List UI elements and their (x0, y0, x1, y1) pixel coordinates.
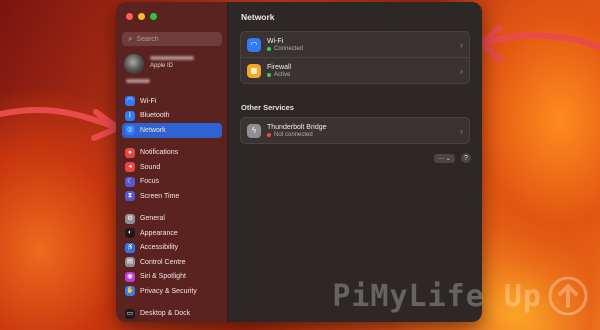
sidebar-item-label: Siri & Spotlight (140, 273, 186, 281)
search-icon: ⌕ (128, 34, 133, 43)
window-controls (126, 13, 157, 20)
sidebar-item-displays[interactable]: ▣Displays (122, 321, 222, 322)
zoom-window-button[interactable] (150, 13, 157, 20)
service-row-thunderbolt-bridge[interactable]: ϟ Thunderbolt Bridge Not connected › (241, 118, 469, 143)
service-name: Firewall (267, 63, 292, 71)
sidebar-item-general[interactable]: ⚙ General (122, 212, 222, 227)
service-row-wi-fi[interactable]: ◠ Wi-Fi Connected › (241, 32, 469, 57)
service-text: Firewall Active (267, 64, 460, 78)
control-centre-icon: ▤ (125, 257, 135, 268)
bell-icon: ● (125, 147, 135, 158)
sidebar-item-siri-spotlight[interactable]: ◉ Siri & Spotlight (122, 270, 222, 285)
more-actions-button[interactable]: ··· ⌄ (434, 153, 455, 163)
wifi-icon: ◠ (247, 37, 261, 52)
sidebar-item-bluetooth[interactable]: ᛒ Bluetooth (122, 109, 222, 124)
sidebar: ⌕ Apple ID ◠ Wi-Fi ᛒ Bluetooth ◎ Network ● Noti… (116, 2, 228, 322)
sidebar-list: ◠ Wi-Fi ᛒ Bluetooth ◎ Network ● Notifications ◂ S… (122, 94, 222, 322)
hourglass-icon: ⧗ (125, 191, 135, 202)
sidebar-item-network[interactable]: ◎ Network (122, 123, 222, 138)
annotation-arrow-left (0, 107, 121, 141)
firewall-icon: ▦ (247, 63, 261, 78)
sidebar-item-focus[interactable]: ☾ Focus (122, 175, 222, 190)
avatar (124, 54, 144, 74)
sidebar-item-label: Notifications (140, 149, 179, 157)
moon-icon: ☾ (125, 176, 135, 187)
sidebar-item-label: Control Centre (140, 258, 186, 266)
appearance-icon: ◐ (125, 228, 135, 239)
sidebar-item-sound[interactable]: ◂ Sound (122, 160, 222, 175)
sidebar-item-label: Screen Time (140, 192, 180, 200)
sidebar-item-desktop-dock[interactable]: ▭ Desktop & Dock (122, 307, 222, 322)
sidebar-item-notifications[interactable]: ● Notifications (122, 146, 222, 161)
status-text: Active (274, 71, 291, 78)
sidebar-item-label: Bluetooth (140, 112, 170, 120)
system-settings-window: ⌕ Apple ID ◠ Wi-Fi ᛒ Bluetooth ◎ Network ● Noti… (116, 2, 482, 322)
minimize-window-button[interactable] (138, 13, 145, 20)
status-text: Connected (274, 45, 304, 52)
watermark: PiMyLife Up (332, 276, 588, 316)
upload-arrow-icon (548, 276, 588, 316)
sidebar-item-wi-fi[interactable]: ◠ Wi-Fi (122, 94, 222, 109)
watermark-text: PiMyLife Up (332, 278, 542, 314)
sidebar-item-control-centre[interactable]: ▤ Control Centre (122, 255, 222, 270)
service-row-firewall[interactable]: ▦ Firewall Active › (241, 57, 469, 83)
chevron-right-icon: › (460, 65, 463, 76)
service-status: Connected (267, 46, 460, 52)
sidebar-item-privacy-security[interactable]: ✋ Privacy & Security (122, 284, 222, 299)
speaker-icon: ◂ (125, 162, 135, 173)
status-dot-icon (267, 72, 271, 77)
help-button[interactable]: ? (461, 153, 471, 163)
services-card: ◠ Wi-Fi Connected › ▦ Firewall Active › (240, 31, 470, 84)
annotation-arrow-right (478, 25, 600, 63)
sidebar-group: ⚙ General ◐ Appearance ♿ Accessibility ▤ Contro… (122, 212, 222, 299)
sidebar-group: ● Notifications ◂ Sound ☾ Focus ⧗ Screen Time (122, 146, 222, 204)
service-name: Thunderbolt Bridge (267, 123, 327, 131)
accessibility-icon: ♿ (125, 242, 135, 253)
globe-icon: ◎ (125, 125, 135, 136)
hand-icon: ✋ (125, 286, 135, 297)
sidebar-item-label: Wi-Fi (140, 97, 157, 105)
sidebar-item-screen-time[interactable]: ⧗ Screen Time (122, 189, 222, 204)
apple-id-profile[interactable]: Apple ID (124, 54, 224, 84)
siri-icon: ◉ (125, 271, 135, 282)
sidebar-item-label: General (140, 215, 165, 223)
page-title: Network (241, 12, 275, 22)
redacted-email (126, 79, 150, 83)
sidebar-item-label: Sound (140, 163, 161, 171)
service-text: Thunderbolt Bridge Not connected (267, 124, 460, 138)
bluetooth-icon: ᛒ (125, 110, 135, 121)
sidebar-item-label: Accessibility (140, 244, 179, 252)
search-input[interactable] (136, 35, 207, 43)
service-text: Wi-Fi Connected (267, 38, 460, 52)
gear-icon: ⚙ (125, 213, 135, 224)
sidebar-item-label: Focus (140, 178, 160, 186)
redacted-name (150, 56, 194, 60)
sidebar-item-accessibility[interactable]: ♿ Accessibility (122, 241, 222, 256)
sidebar-search[interactable]: ⌕ (122, 32, 222, 46)
sidebar-item-label: Appearance (140, 229, 178, 237)
service-status: Not connected (267, 132, 460, 138)
sidebar-item-label: Desktop & Dock (140, 310, 191, 318)
apple-id-label: Apple ID (150, 63, 174, 69)
status-text: Not connected (274, 131, 313, 138)
chevron-right-icon: › (460, 39, 463, 50)
chevron-right-icon: › (460, 125, 463, 136)
wifi-icon: ◠ (125, 96, 135, 107)
sidebar-group: ◠ Wi-Fi ᛒ Bluetooth ◎ Network (122, 94, 222, 138)
pane-controls: ··· ⌄ ? (434, 153, 471, 163)
sidebar-item-label: Network (140, 126, 166, 134)
status-dot-icon (267, 46, 271, 51)
other-services-card: ϟ Thunderbolt Bridge Not connected › (240, 117, 470, 144)
dock-icon: ▭ (125, 308, 135, 319)
service-name: Wi-Fi (267, 37, 284, 45)
network-pane: Network ◠ Wi-Fi Connected › ▦ Firewall Active ›… (228, 2, 482, 322)
sidebar-item-label: Privacy & Security (140, 287, 197, 295)
other-services-heading: Other Services (241, 103, 294, 112)
status-dot-icon (267, 132, 271, 137)
sidebar-item-appearance[interactable]: ◐ Appearance (122, 226, 222, 241)
close-window-button[interactable] (126, 13, 133, 20)
sidebar-group: ▭ Desktop & Dock ▣Displays (122, 307, 222, 323)
service-status: Active (267, 72, 460, 78)
thunderbolt-icon: ϟ (247, 123, 261, 138)
